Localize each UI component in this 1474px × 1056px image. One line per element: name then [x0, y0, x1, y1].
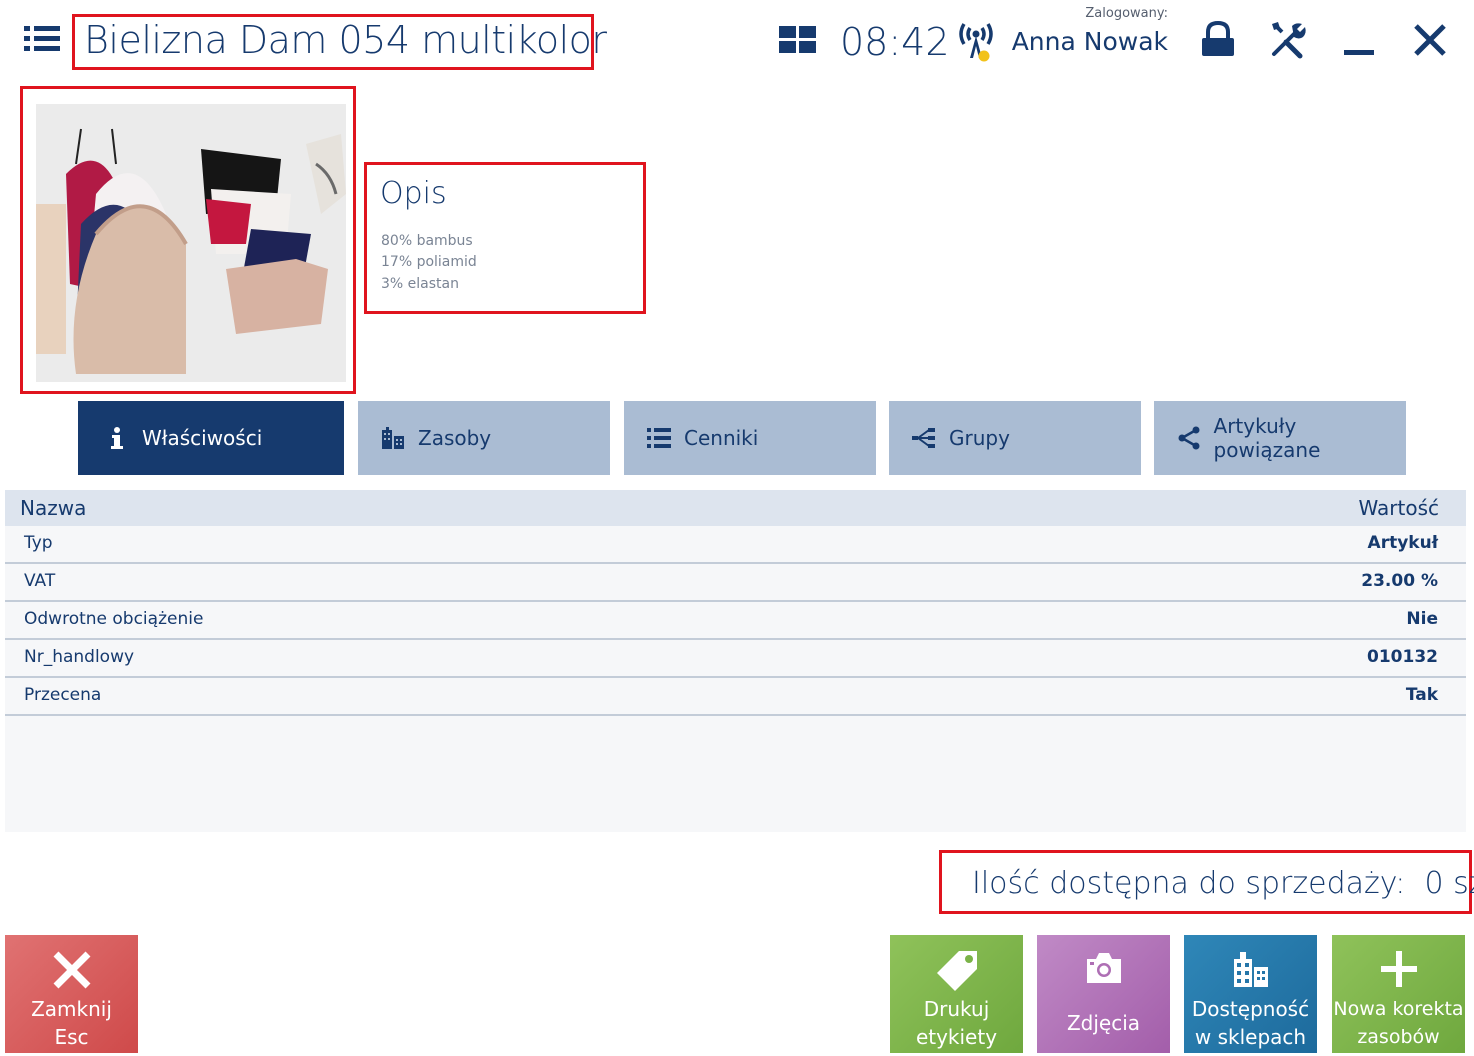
tab-price-lists[interactable]: Cenniki	[624, 401, 876, 475]
tab-related-items[interactable]: Artykuły powiązane	[1154, 401, 1406, 475]
tab-resources[interactable]: Zasoby	[358, 401, 610, 475]
button-label: Drukuj	[923, 997, 990, 1021]
table-row[interactable]: Odwrotne obciążenie Nie	[5, 602, 1466, 640]
photos-button[interactable]: Zdjęcia	[1037, 935, 1170, 1053]
buildings-icon	[1184, 949, 1317, 991]
button-label: Dostępność	[1191, 997, 1310, 1021]
description-title: Opis	[380, 176, 447, 211]
button-label: Zdjęcia	[1066, 1011, 1141, 1035]
tab-label: Artykuły powiązane	[1213, 414, 1321, 462]
menu-icon[interactable]	[22, 22, 62, 56]
table-row[interactable]: Typ Artykuł	[5, 526, 1466, 564]
plus-icon	[1332, 949, 1465, 991]
store-availability-button[interactable]: Dostępność w sklepach	[1184, 935, 1317, 1053]
clock: 08:42	[840, 20, 950, 64]
tab-label: Właściwości	[142, 426, 263, 450]
row-name: Typ	[24, 533, 53, 553]
new-stock-correction-button[interactable]: Nowa korekta zasobów	[1332, 935, 1465, 1053]
button-label: w sklepach	[1194, 1025, 1307, 1049]
row-value: 010132	[1367, 647, 1438, 667]
button-label: etykiety	[915, 1025, 998, 1049]
lock-icon[interactable]	[1196, 18, 1240, 62]
column-header-value: Wartość	[1358, 496, 1439, 520]
button-label: Esc	[54, 1025, 89, 1049]
row-name: VAT	[24, 571, 56, 591]
tab-label: Grupy	[949, 426, 1010, 450]
close-icon[interactable]	[1408, 18, 1452, 62]
column-header-name: Nazwa	[20, 496, 87, 520]
tag-icon	[890, 949, 1023, 991]
page-title: Bielizna Dam 054 multikolor	[84, 18, 607, 62]
user-name: Anna Nowak	[1011, 27, 1168, 56]
row-value: 23.00 %	[1361, 571, 1438, 591]
row-name: Przecena	[24, 685, 102, 705]
list-icon	[646, 426, 672, 450]
product-image[interactable]	[36, 104, 346, 382]
close-x-icon	[5, 949, 138, 991]
windows-icon[interactable]	[778, 24, 818, 56]
row-value: Artykuł	[1367, 533, 1438, 553]
print-labels-button[interactable]: Drukuj etykiety	[890, 935, 1023, 1053]
tab-groups[interactable]: Grupy	[889, 401, 1141, 475]
minimize-icon[interactable]	[1338, 18, 1382, 62]
tools-icon[interactable]	[1266, 18, 1310, 62]
tab-properties[interactable]: Właściwości	[78, 401, 344, 475]
tab-label: Zasoby	[418, 426, 492, 450]
table-row[interactable]: Przecena Tak	[5, 678, 1466, 716]
connection-status-icon[interactable]	[956, 18, 998, 64]
logged-in-label: Zalogowany:	[1085, 6, 1168, 21]
close-button[interactable]: Zamknij Esc	[5, 935, 138, 1053]
description-line: 17% poliamid	[381, 254, 477, 270]
row-value: Tak	[1405, 685, 1438, 705]
table-header: Nazwa Wartość	[5, 490, 1466, 526]
description-line: 80% bambus	[381, 233, 473, 249]
table-row[interactable]: VAT 23.00 %	[5, 564, 1466, 602]
button-label: Nowa korekta	[1333, 998, 1464, 1020]
row-name: Odwrotne obciążenie	[24, 609, 204, 629]
group-tree-icon	[911, 426, 937, 450]
button-label: zasobów	[1357, 1026, 1440, 1048]
buildings-icon	[380, 426, 406, 450]
share-icon	[1176, 426, 1202, 450]
row-name: Nr_handlowy	[24, 647, 135, 667]
available-quantity: Ilość dostępna do sprzedaży: 0 szt	[972, 866, 1474, 901]
row-value: Nie	[1406, 609, 1438, 629]
description-line: 3% elastan	[381, 276, 459, 292]
info-icon	[104, 426, 130, 450]
table-row[interactable]: Nr_handlowy 010132	[5, 640, 1466, 678]
button-label: Zamknij	[31, 997, 112, 1021]
tab-label: Cenniki	[684, 426, 759, 450]
camera-icon	[1037, 949, 1170, 991]
